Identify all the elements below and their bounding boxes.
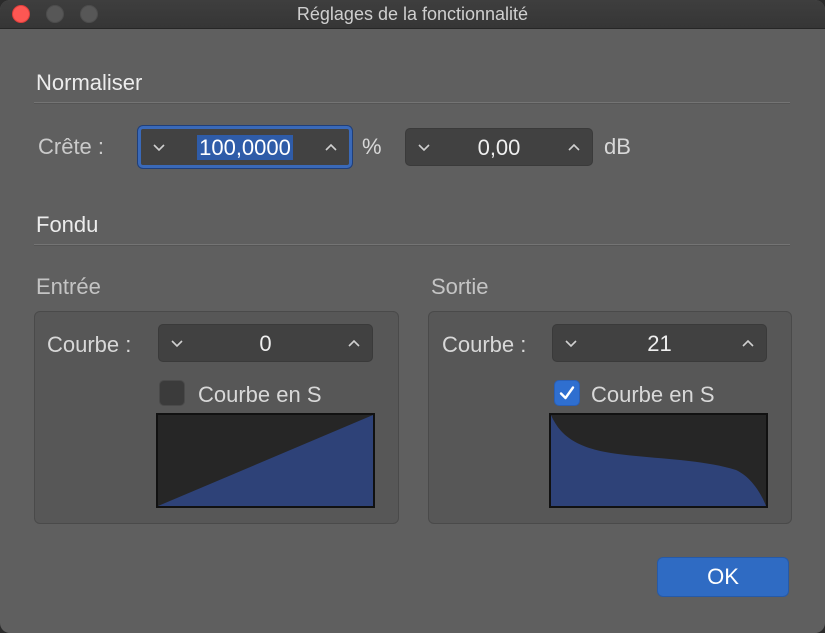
chevron-up-icon[interactable]: [734, 325, 762, 361]
fade-out-curve-preview: [549, 413, 768, 508]
chevron-down-icon[interactable]: [145, 129, 173, 165]
peak-db-value[interactable]: 0,00: [438, 135, 560, 161]
fade-in-scurve-checkbox[interactable]: [159, 380, 185, 406]
chevron-down-icon[interactable]: [410, 129, 438, 165]
peak-db-stepper[interactable]: 0,00: [405, 128, 593, 166]
normaliser-divider: [34, 102, 790, 104]
chevron-down-icon[interactable]: [163, 325, 191, 361]
fade-out-curve-label: Courbe :: [442, 332, 527, 357]
fade-in-curve-label: Courbe :: [47, 332, 132, 357]
ok-button[interactable]: OK: [657, 557, 789, 597]
fade-in-curve-shape: [158, 415, 373, 506]
chevron-up-icon[interactable]: [340, 325, 368, 361]
fondu-heading: Fondu: [36, 212, 99, 237]
fade-out-curve-value[interactable]: 21: [585, 331, 734, 357]
fade-in-curve-preview: [156, 413, 375, 508]
chevron-up-icon[interactable]: [317, 129, 345, 165]
checkmark-icon: [559, 386, 575, 400]
chevron-down-icon[interactable]: [557, 325, 585, 361]
feature-settings-window: Réglages de la fonctionnalité Normaliser…: [0, 0, 825, 633]
peak-label: Crête :: [38, 134, 105, 159]
fade-out-scurve-checkbox[interactable]: [554, 380, 580, 406]
fade-out-curve-stepper[interactable]: 21: [552, 324, 767, 362]
peak-percent-value[interactable]: 100,0000: [173, 135, 317, 161]
normaliser-heading: Normaliser: [36, 70, 143, 95]
fade-in-group: Courbe : 0 Courbe en S: [34, 311, 399, 524]
fade-out-title: Sortie: [431, 274, 489, 299]
fade-in-title: Entrée: [36, 274, 101, 299]
percent-unit: %: [362, 134, 382, 159]
fade-in-curve-stepper[interactable]: 0: [158, 324, 373, 362]
chevron-up-icon[interactable]: [560, 129, 588, 165]
fade-out-scurve-label[interactable]: Courbe en S: [591, 382, 715, 408]
title-bar[interactable]: Réglages de la fonctionnalité: [0, 0, 825, 29]
db-unit: dB: [604, 134, 631, 159]
window-title: Réglages de la fonctionnalité: [296, 4, 529, 24]
fade-in-curve-value[interactable]: 0: [191, 331, 340, 357]
fade-out-curve-shape: [551, 415, 766, 506]
fade-out-group: Courbe : 21 Courbe en S: [428, 311, 792, 524]
fade-in-scurve-label[interactable]: Courbe en S: [198, 382, 322, 408]
fondu-divider: [34, 244, 790, 246]
peak-percent-stepper[interactable]: 100,0000: [138, 126, 352, 168]
